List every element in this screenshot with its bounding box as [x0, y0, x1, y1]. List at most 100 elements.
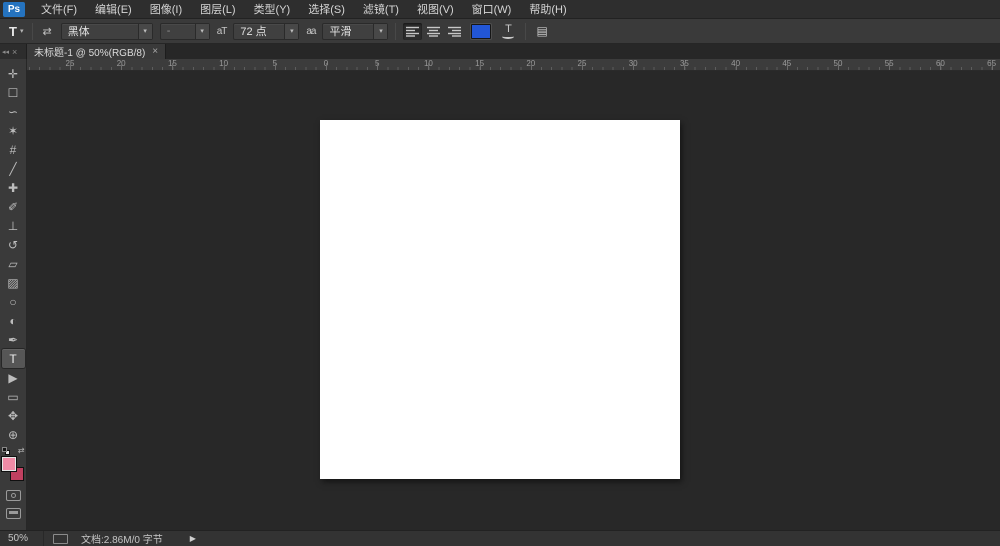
lasso-tool[interactable]: ∽: [2, 102, 25, 121]
chevron-down-icon: ▾: [284, 24, 298, 39]
toolbar-collapse-control[interactable]: ◂◂ ×: [0, 44, 27, 59]
warp-arc-icon: [502, 34, 514, 39]
menu-item[interactable]: 选择(S): [299, 0, 354, 18]
ruler-tick: [684, 63, 685, 70]
font-family-select[interactable]: 黑体 ▾: [61, 23, 153, 40]
menu-bar: Ps 文件(F)编辑(E)图像(I)图层(L)类型(Y)选择(S)滤镜(T)视图…: [0, 0, 1000, 19]
ruler-tick: [787, 63, 788, 70]
document-canvas[interactable]: [320, 120, 680, 479]
swap-colors-icon[interactable]: ⇄: [18, 447, 25, 455]
screen-mode-icon[interactable]: [6, 508, 21, 519]
brush-tool[interactable]: ✐: [2, 197, 25, 216]
warp-text-icon: T: [498, 23, 518, 35]
dodge-tool[interactable]: ◐: [2, 311, 25, 330]
font-size-icon: aT: [217, 26, 227, 37]
foreground-color-swatch[interactable]: [2, 457, 16, 471]
text-color-swatch[interactable]: [471, 24, 491, 39]
align-left-button[interactable]: [403, 23, 422, 40]
ruler-tick: [480, 63, 481, 70]
spot-healing-brush-tool[interactable]: ✚: [2, 178, 25, 197]
ruler-tick: [121, 63, 122, 70]
rectangular-marquee-tool[interactable]: ☐: [2, 83, 25, 102]
chevron-down-icon: ▾: [195, 24, 209, 39]
tool-preset-picker[interactable]: T ▾: [7, 23, 25, 40]
font-style-select[interactable]: - ▾: [160, 23, 210, 40]
separator: [395, 23, 396, 40]
zoom-tool[interactable]: ⊕: [2, 425, 25, 444]
align-center-icon: [427, 26, 440, 37]
rectangle-tool[interactable]: ▭: [2, 387, 25, 406]
color-swatches: [1, 457, 25, 481]
ruler-tick: [736, 63, 737, 70]
menu-item[interactable]: 文件(F): [32, 0, 86, 18]
align-center-button[interactable]: [424, 23, 443, 40]
chevron-down-icon: ▾: [138, 24, 152, 39]
gradient-tool[interactable]: ▨: [2, 273, 25, 292]
document-size-info: 文档:2.86M/0 字节: [81, 531, 163, 546]
status-preview-icon: [53, 534, 68, 544]
ruler-tick: [531, 63, 532, 70]
menu-item[interactable]: 图像(I): [141, 0, 191, 18]
ruler-tick: [377, 63, 378, 70]
ruler-tick: [70, 63, 71, 70]
status-bar: 50% 文档:2.86M/0 字节 ▶: [0, 530, 1000, 546]
status-popup-arrow-icon[interactable]: ▶: [190, 534, 196, 543]
pasteboard[interactable]: [27, 71, 1000, 530]
photoshop-logo: Ps: [3, 2, 25, 17]
menu-item[interactable]: 图层(L): [191, 0, 244, 18]
anti-alias-icon: aa: [306, 26, 315, 37]
chevron-down-icon: ▾: [20, 27, 24, 35]
warp-text-button[interactable]: T: [498, 23, 518, 40]
align-right-button[interactable]: [445, 23, 464, 40]
quick-mask-icon[interactable]: [6, 490, 21, 501]
menu-items: 文件(F)编辑(E)图像(I)图层(L)类型(Y)选择(S)滤镜(T)视图(V)…: [32, 0, 576, 18]
align-right-icon: [448, 26, 461, 37]
anti-alias-value: 平滑: [323, 23, 373, 39]
ruler-tick: [940, 63, 941, 70]
ruler-tick: [275, 63, 276, 70]
path-selection-tool[interactable]: ▶: [2, 368, 25, 387]
toolbar-tools: ✛☐∽✶#╱✚✐⊥↺▱▨○◐✒T▶▭✥⊕: [2, 64, 25, 444]
history-brush-tool[interactable]: ↺: [2, 235, 25, 254]
collapse-arrows-icon: ◂◂: [2, 48, 9, 56]
hand-tool[interactable]: ✥: [2, 406, 25, 425]
ruler-tick: [633, 63, 634, 70]
default-colors-icon[interactable]: [2, 447, 10, 455]
ruler-tick: [889, 63, 890, 70]
pen-tool[interactable]: ✒: [2, 330, 25, 349]
menu-item[interactable]: 编辑(E): [86, 0, 141, 18]
tab-row: ◂◂ × 未标题-1 @ 50%(RGB/8) ×: [0, 44, 1000, 59]
text-orientation-icon[interactable]: ⇄: [40, 25, 53, 38]
document-tab[interactable]: 未标题-1 @ 50%(RGB/8) ×: [27, 44, 166, 59]
ruler-tick: [172, 63, 173, 70]
font-style-value: -: [161, 25, 195, 37]
ruler-tick: [838, 63, 839, 70]
text-align-group: [403, 23, 464, 40]
move-tool[interactable]: ✛: [2, 64, 25, 83]
menu-item[interactable]: 帮助(H): [520, 0, 575, 18]
quick-selection-tool[interactable]: ✶: [2, 121, 25, 140]
menu-item[interactable]: 视图(V): [408, 0, 463, 18]
blur-tool[interactable]: ○: [2, 292, 25, 311]
clone-stamp-tool[interactable]: ⊥: [2, 216, 25, 235]
tools-panel: ✛☐∽✶#╱✚✐⊥↺▱▨○◐✒T▶▭✥⊕ ⇄: [0, 59, 27, 530]
eraser-tool[interactable]: ▱: [2, 254, 25, 273]
swatch-mini-row: ⇄: [2, 447, 25, 455]
menu-item[interactable]: 窗口(W): [463, 0, 521, 18]
separator: [525, 23, 526, 40]
toggle-panels-icon[interactable]: ▤: [533, 24, 550, 38]
eyedropper-tool[interactable]: ╱: [2, 159, 25, 178]
menu-item[interactable]: 滤镜(T): [354, 0, 408, 18]
type-tool[interactable]: T: [2, 349, 25, 368]
separator: [32, 23, 33, 40]
chevron-down-icon: ▾: [373, 24, 387, 39]
crop-tool[interactable]: #: [2, 140, 25, 159]
anti-alias-select[interactable]: 平滑 ▾: [322, 23, 388, 40]
type-tool-icon: T: [9, 24, 17, 39]
horizontal-ruler[interactable]: 25201510505101520253035404550556065: [27, 59, 1000, 71]
font-size-select[interactable]: 72 点 ▾: [233, 23, 299, 40]
tab-close-icon[interactable]: ×: [152, 46, 158, 57]
menu-item[interactable]: 类型(Y): [245, 0, 300, 18]
font-size-value: 72 点: [234, 23, 284, 39]
zoom-level-field[interactable]: 50%: [0, 531, 44, 546]
